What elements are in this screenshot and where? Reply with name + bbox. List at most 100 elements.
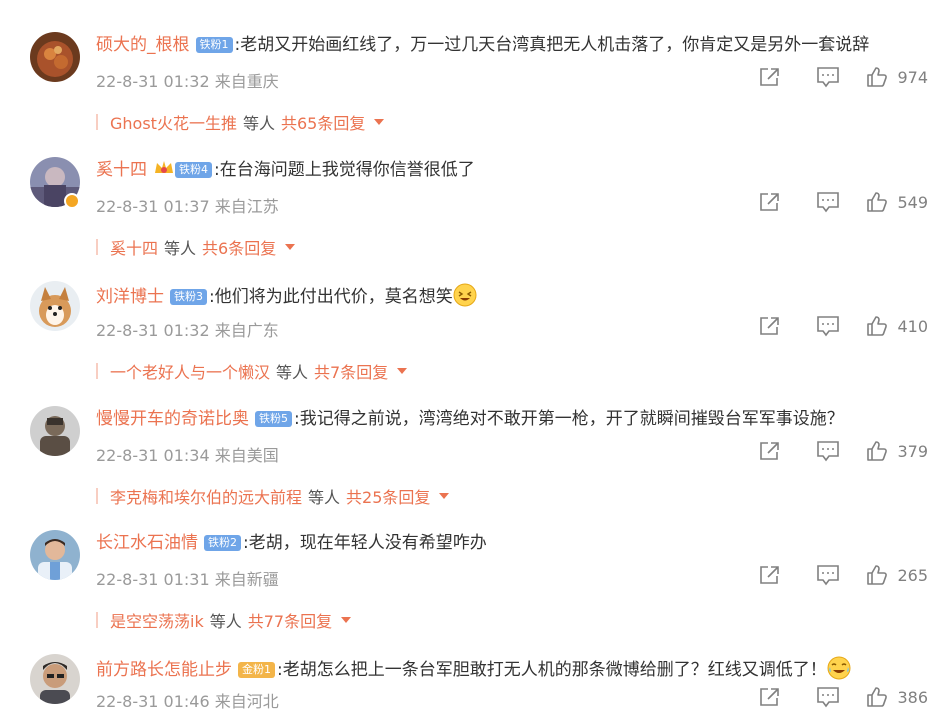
comment-time: 22-8-31 01:32	[96, 72, 210, 91]
reply-others-label: 等人	[308, 488, 341, 507]
thumbs-up-icon	[866, 564, 888, 586]
like-button[interactable]: 410	[866, 315, 928, 337]
comment-location: 来自广东	[214, 321, 279, 340]
reply-user-link[interactable]: 一个老好人与一个懒汉	[110, 359, 270, 383]
chevron-down-icon[interactable]	[341, 617, 352, 623]
like-button[interactable]: 974	[866, 66, 928, 88]
share-icon	[758, 315, 782, 337]
reply-count-link[interactable]: 共6条回复	[202, 235, 276, 259]
avatar[interactable]	[30, 406, 80, 456]
reply-button[interactable]	[816, 66, 840, 88]
reply-divider	[96, 488, 98, 504]
reply-others-label: 等人	[209, 612, 242, 631]
share-button[interactable]	[758, 564, 782, 586]
fan-badge[interactable]: 铁粉4	[175, 162, 212, 178]
comment-icon	[816, 66, 840, 88]
fan-badge[interactable]: 铁粉2	[204, 535, 241, 551]
comment-text: 在台海问题上我觉得你信誉很低了	[219, 160, 475, 180]
chevron-down-icon[interactable]	[397, 368, 408, 374]
fan-badge[interactable]: 铁粉5	[255, 411, 292, 427]
reply-user-link[interactable]: 是空空荡荡ik	[110, 608, 204, 632]
username-link[interactable]: 刘洋博士	[96, 287, 164, 307]
reply-user-link[interactable]: 李克梅和埃尔伯的远大前程	[110, 484, 302, 508]
comment-location: 来自重庆	[214, 72, 279, 91]
thumbs-up-icon	[866, 191, 888, 213]
reply-divider	[96, 363, 98, 379]
like-button[interactable]: 379	[866, 440, 928, 462]
comment-icon	[816, 564, 840, 586]
comment-location: 来自美国	[214, 446, 279, 465]
username-link[interactable]: 硕大的_根根	[96, 35, 190, 55]
comment-time: 22-8-31 01:34	[96, 446, 210, 465]
laugh-emoji-icon	[453, 283, 477, 307]
comment-icon	[816, 191, 840, 213]
fan-badge[interactable]: 金粉1	[238, 662, 275, 678]
share-icon	[758, 686, 782, 708]
crown-icon	[153, 159, 175, 177]
reply-others-label: 等人	[276, 363, 309, 382]
share-button[interactable]	[758, 191, 782, 213]
comment-location: 来自江苏	[214, 197, 279, 216]
fan-badge[interactable]: 铁粉1	[195, 37, 233, 53]
like-button[interactable]: 265	[866, 564, 928, 586]
comment-time: 22-8-31 01:46	[96, 692, 210, 710]
share-icon	[758, 564, 782, 586]
avatar[interactable]	[30, 32, 80, 82]
reply-button[interactable]	[816, 686, 840, 708]
reply-count-link[interactable]: 共65条回复	[281, 110, 365, 134]
avatar[interactable]	[30, 530, 80, 580]
reply-user-link[interactable]: 奚十四	[110, 235, 158, 259]
like-count: 386	[897, 687, 928, 707]
username-link[interactable]: 长江水石油情	[96, 533, 198, 553]
comment-text: 他们将为此付出代价，莫名想笑	[214, 287, 453, 307]
avatar[interactable]	[30, 281, 80, 331]
comment-location: 来自河北	[214, 692, 279, 710]
reply-count-link[interactable]: 共25条回复	[346, 484, 430, 508]
reply-divider	[96, 612, 98, 628]
username-link[interactable]: 奚十四	[96, 160, 147, 180]
like-button[interactable]: 386	[866, 686, 928, 708]
chevron-down-icon[interactable]	[374, 119, 385, 125]
username-link[interactable]: 前方路长怎能止步	[96, 660, 232, 680]
thumbs-up-icon	[866, 440, 888, 462]
comment-time: 22-8-31 01:32	[96, 321, 210, 340]
comment-time: 22-8-31 01:31	[96, 570, 210, 589]
comment-text: 老胡怎么把上一条台军胆敢打无人机的那条微博给删了？红线又调低了！	[282, 660, 827, 680]
reply-count-link[interactable]: 共7条回复	[314, 359, 388, 383]
like-count: 549	[897, 192, 928, 212]
like-count: 410	[897, 316, 928, 336]
avatar[interactable]	[30, 654, 80, 704]
like-count: 265	[897, 565, 928, 585]
comment-text: 我记得之前说，湾湾绝对不敢开第一枪，开了就瞬间摧毁台军军事设施？	[299, 409, 844, 429]
reply-divider	[96, 239, 98, 255]
thumbs-up-icon	[866, 315, 888, 337]
like-count: 379	[897, 441, 928, 461]
chevron-down-icon[interactable]	[439, 493, 450, 499]
reply-count-link[interactable]: 共77条回复	[248, 608, 332, 632]
thumbs-up-icon	[866, 686, 888, 708]
share-button[interactable]	[758, 315, 782, 337]
reply-button[interactable]	[816, 315, 840, 337]
username-link[interactable]: 慢慢开车的奇诺比奥	[96, 409, 249, 429]
share-icon	[758, 191, 782, 213]
comment-text: 老胡，现在年轻人没有希望咋办	[248, 533, 487, 553]
reply-others-label: 等人	[242, 114, 275, 133]
fan-badge[interactable]: 铁粉3	[170, 289, 207, 305]
reply-button[interactable]	[816, 564, 840, 586]
share-button[interactable]	[758, 686, 782, 708]
share-button[interactable]	[758, 440, 782, 462]
chevron-down-icon[interactable]	[285, 244, 296, 250]
comment-location: 来自新疆	[214, 570, 279, 589]
like-button[interactable]: 549	[866, 191, 928, 213]
share-icon	[758, 440, 782, 462]
thumbs-up-icon	[866, 66, 888, 88]
comment-text: 老胡又开始画红线了，万一过几天台湾真把无人机击落了，你肯定又是另外一套说辞	[240, 35, 870, 55]
reply-user-link[interactable]: Ghost火花一生推	[110, 110, 237, 134]
reply-others-label: 等人	[164, 239, 197, 258]
like-count: 974	[897, 67, 928, 87]
reply-button[interactable]	[816, 191, 840, 213]
share-button[interactable]	[758, 66, 782, 88]
laugh-cry-emoji-icon	[827, 656, 851, 680]
comment-time: 22-8-31 01:37	[96, 197, 210, 216]
reply-button[interactable]	[816, 440, 840, 462]
